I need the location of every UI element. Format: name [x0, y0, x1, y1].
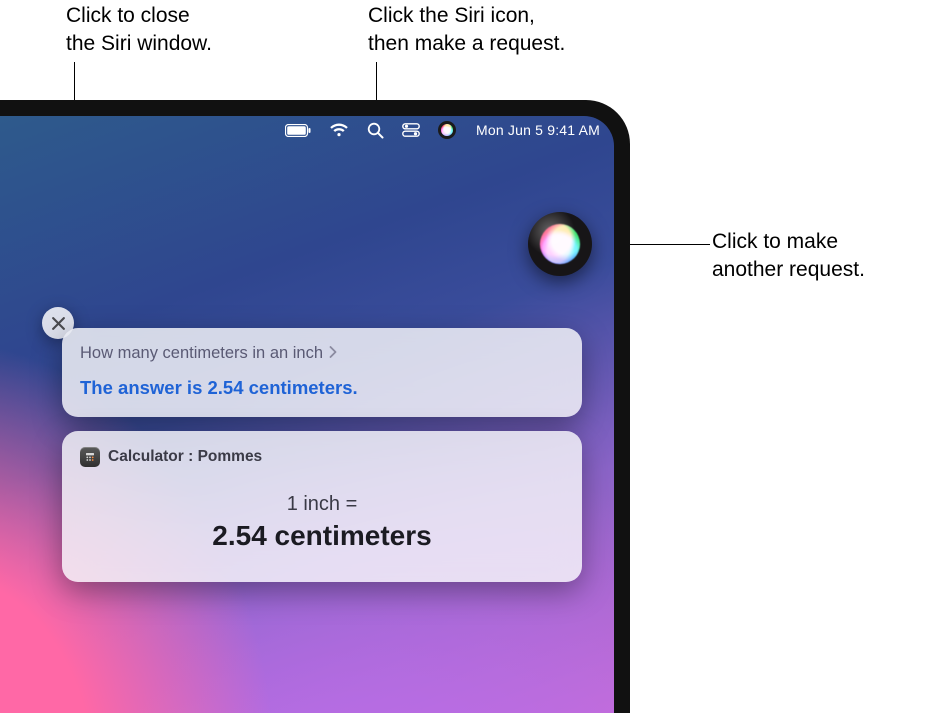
siri-query-row[interactable]: How many centimeters in an inch [80, 344, 564, 363]
battery-icon[interactable] [285, 116, 311, 144]
chevron-right-icon [329, 344, 337, 363]
calculator-card-header: Calculator : Pommes [80, 447, 564, 467]
siri-orb-button[interactable] [528, 212, 592, 276]
siri-menu-icon[interactable] [438, 116, 456, 144]
siri-answer-card: How many centimeters in an inch The answ… [62, 328, 582, 417]
callout-siri-orb: Click to makeanother request. [712, 228, 865, 285]
callout-text: Click to makeanother request. [712, 230, 865, 281]
calc-line-1: 1 inch = [80, 493, 564, 516]
callout-menu-siri: Click the Siri icon,then make a request. [368, 2, 565, 59]
siri-answer-text: The answer is 2.54 centimeters. [80, 377, 564, 399]
menu-bar: Mon Jun 5 9:41 AM [0, 116, 614, 144]
calculator-icon [80, 447, 100, 467]
wifi-icon[interactable] [329, 116, 349, 144]
calculator-card-body: 1 inch = 2.54 centimeters [80, 467, 564, 564]
callout-text: Click to closethe Siri window. [66, 4, 212, 55]
callout-text: Click the Siri icon,then make a request. [368, 4, 565, 55]
siri-icon [540, 224, 580, 264]
device-frame: Mon Jun 5 9:41 AM How many centimeters i… [0, 100, 630, 713]
control-center-icon[interactable] [402, 116, 420, 144]
spotlight-icon[interactable] [367, 116, 384, 144]
calculator-card-title: Calculator : Pommes [108, 448, 262, 466]
callout-close-siri: Click to closethe Siri window. [66, 2, 212, 59]
siri-results: How many centimeters in an inch The answ… [62, 328, 582, 582]
desktop: Mon Jun 5 9:41 AM How many centimeters i… [0, 116, 614, 713]
calc-line-2: 2.54 centimeters [80, 520, 564, 552]
calculator-card: Calculator : Pommes 1 inch = 2.54 centim… [62, 431, 582, 582]
menu-bar-clock[interactable]: Mon Jun 5 9:41 AM [476, 116, 600, 144]
siri-query-text: How many centimeters in an inch [80, 344, 323, 363]
